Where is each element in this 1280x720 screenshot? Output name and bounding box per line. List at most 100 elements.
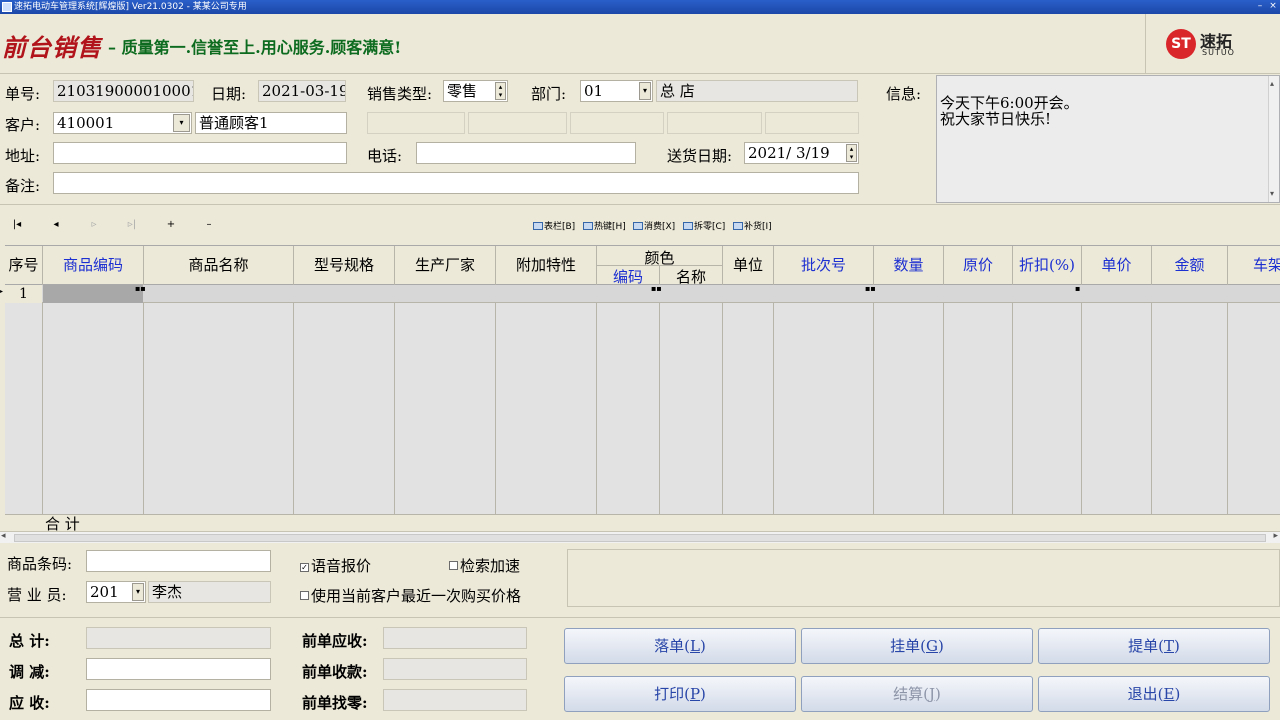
- chevron-down-icon[interactable]: ▾: [132, 583, 144, 601]
- hang-order-button[interactable]: 挂单(G): [801, 628, 1033, 664]
- customer-name-field[interactable]: 普通顾客1: [195, 112, 347, 134]
- exit-button[interactable]: 退出(E): [1038, 676, 1270, 712]
- horizontal-scrollbar[interactable]: ◂ ▸: [0, 531, 1280, 543]
- adjust-input[interactable]: [86, 658, 271, 680]
- logo-mark-icon: ST: [1166, 29, 1196, 59]
- selected-cell[interactable]: [43, 285, 143, 303]
- consume-button[interactable]: 消费[X]: [633, 219, 675, 232]
- total-row: 合 计: [5, 514, 1280, 531]
- col-header-orig-price[interactable]: 原价: [944, 246, 1012, 285]
- columns-label: 表栏[B]: [544, 222, 576, 232]
- col-header-discount[interactable]: 折扣(%): [1013, 246, 1081, 285]
- ellipsis-icon[interactable]: ▪▪: [135, 285, 146, 293]
- company-logo: ST 速拓 SUTUO: [1145, 14, 1280, 74]
- receivable-field[interactable]: [86, 689, 271, 711]
- page-header: 前台销售 – 质量第一.信誉至上.用心服务.顾客满意! ST 速拓 SUTUO: [0, 14, 1280, 74]
- col-header-unit-price[interactable]: 单价: [1082, 246, 1151, 285]
- divider: [0, 617, 1280, 618]
- paren: ): [935, 685, 941, 703]
- spin-icon[interactable]: ▪: [1075, 285, 1080, 293]
- prev-record-icon[interactable]: ◂: [49, 219, 63, 230]
- checkbox-checked-icon[interactable]: ✓: [300, 563, 309, 572]
- hotkeys-button[interactable]: 热键[H]: [583, 219, 626, 232]
- checkbox-icon[interactable]: [300, 591, 309, 600]
- print-hotkey: P: [689, 685, 701, 703]
- delivery-date-field[interactable]: 2021/ 3/19 ▴ ▾: [744, 142, 859, 164]
- col-header-product-code[interactable]: 商品编码: [43, 246, 143, 285]
- cart-icon: [633, 222, 643, 230]
- chevron-down-icon[interactable]: ▾: [173, 114, 190, 132]
- drop-order-button[interactable]: 落单(L): [564, 628, 796, 664]
- first-record-icon[interactable]: |◂: [10, 219, 24, 230]
- drop-order-label: 落单(: [654, 637, 691, 655]
- col-header-amount[interactable]: 金额: [1152, 246, 1227, 285]
- ellipsis-icon[interactable]: ▪▪: [651, 285, 662, 293]
- add-row-icon[interactable]: +: [164, 219, 178, 230]
- ellipsis-icon[interactable]: ▪▪: [865, 285, 876, 293]
- blank-cell: [667, 112, 762, 134]
- next-record-icon[interactable]: ▹: [87, 219, 101, 230]
- logo-subtext: SUTUO: [1202, 48, 1235, 57]
- col-header-batch[interactable]: 批次号: [774, 246, 873, 285]
- col-header-product-name[interactable]: 商品名称: [144, 246, 293, 285]
- scroll-down-icon[interactable]: ▾: [1270, 186, 1274, 202]
- col-header-seq: 序号: [8, 256, 39, 274]
- prev-received-field: [383, 658, 527, 680]
- settle-button[interactable]: 结算(J): [801, 676, 1033, 712]
- date-label: 日期:: [211, 85, 247, 103]
- chevron-down-icon[interactable]: ▾: [639, 82, 651, 100]
- customer-code: 410001: [57, 114, 115, 132]
- prev-receivable-field: [383, 627, 527, 649]
- info-scrollbar[interactable]: ▴ ▾: [1268, 76, 1279, 202]
- scroll-up-icon[interactable]: ▴: [1270, 76, 1274, 92]
- col-header-spec[interactable]: 型号规格: [294, 246, 394, 285]
- col-header-manufacturer[interactable]: 生产厂家: [395, 246, 495, 285]
- last-price-checkbox[interactable]: 使用当前客户最近一次购买价格: [300, 585, 521, 606]
- barcode-input[interactable]: [86, 550, 271, 572]
- split-label: 拆零[C]: [694, 222, 726, 232]
- split-button[interactable]: 拆零[C]: [683, 219, 725, 232]
- columns-button[interactable]: 表栏[B]: [533, 219, 575, 232]
- voice-price-checkbox[interactable]: ✓ 语音报价: [300, 555, 371, 576]
- scroll-left-icon[interactable]: ◂: [1, 531, 6, 541]
- checkbox-icon[interactable]: [449, 561, 458, 570]
- col-header-frame[interactable]: 车架: [1228, 246, 1280, 285]
- col-header-color-name[interactable]: 名称: [660, 266, 722, 287]
- prev-change-label: 前单找零:: [302, 694, 368, 712]
- last-record-icon[interactable]: ▹|: [125, 219, 139, 230]
- restock-button[interactable]: 补货[I]: [733, 219, 772, 232]
- paren: ): [1174, 637, 1180, 655]
- col-header-color[interactable]: 颜色: [597, 247, 722, 268]
- settle-label: 结算(: [893, 685, 929, 703]
- col-header-extra[interactable]: 附加特性: [496, 246, 596, 285]
- pick-order-button[interactable]: 提单(T): [1038, 628, 1270, 664]
- scroll-thumb[interactable]: [14, 534, 1266, 542]
- col-header-color-code[interactable]: 编码: [597, 266, 659, 287]
- print-button[interactable]: 打印(P): [564, 676, 796, 712]
- sales-grid: 序号 商品编码 商品名称 型号规格 生产厂家 附加特性 颜色 编码 名称 单位 …: [5, 245, 1280, 531]
- paren: ): [937, 637, 944, 655]
- sale-type-select[interactable]: 零售 ▴ ▾: [443, 80, 508, 102]
- delete-row-icon[interactable]: –: [202, 219, 216, 230]
- search-speed-checkbox[interactable]: 检索加速: [449, 555, 520, 576]
- dept-name-field: 总 店: [656, 80, 858, 102]
- col-header-unit[interactable]: 单位: [723, 246, 773, 285]
- table-row[interactable]: 1 ▪▪ ▪▪ ▪▪ ▪: [5, 285, 1280, 303]
- clerk-code-select[interactable]: 201 ▾: [86, 581, 146, 603]
- minimize-button[interactable]: –: [1254, 1, 1266, 12]
- dept-select[interactable]: 01 ▾: [580, 80, 653, 102]
- message-box: [567, 549, 1280, 607]
- phone-field[interactable]: [416, 142, 636, 164]
- customer-code-select[interactable]: 410001 ▾: [53, 112, 192, 134]
- address-field[interactable]: [53, 142, 347, 164]
- spin-icon[interactable]: ▴ ▾: [495, 82, 506, 100]
- remark-field[interactable]: [53, 172, 859, 194]
- prev-change-field: [383, 689, 527, 711]
- search-speed-label: 检索加速: [460, 557, 521, 575]
- close-button[interactable]: ×: [1267, 1, 1279, 12]
- spin-icon[interactable]: ▴ ▾: [846, 144, 857, 162]
- dept-code: 01: [584, 82, 604, 100]
- dept-label: 部门:: [531, 85, 567, 103]
- col-header-qty[interactable]: 数量: [874, 246, 943, 285]
- scroll-right-icon[interactable]: ▸: [1273, 531, 1278, 541]
